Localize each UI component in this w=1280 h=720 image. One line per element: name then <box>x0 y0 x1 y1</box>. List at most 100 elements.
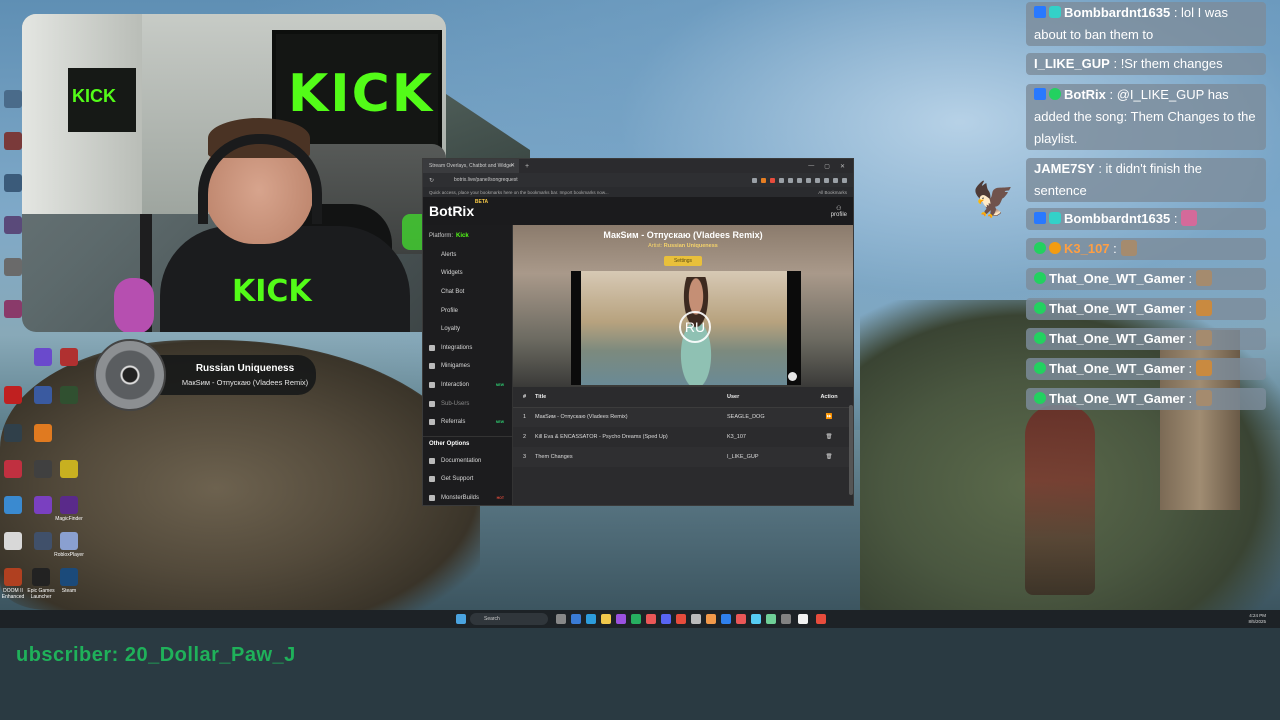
desktop-app-icon[interactable] <box>4 216 22 234</box>
desktop-app-icon[interactable] <box>60 348 78 366</box>
app-icon[interactable] <box>706 614 716 624</box>
desktop-app-icon[interactable] <box>34 532 52 550</box>
app-icon[interactable] <box>646 614 656 624</box>
sidebar-item-get-support[interactable]: Get Support <box>423 470 512 489</box>
queue-scrollbar[interactable] <box>849 405 853 495</box>
app-icon[interactable] <box>616 614 626 624</box>
new-tab-icon[interactable]: + <box>525 163 529 170</box>
desktop-app-icon[interactable] <box>60 496 78 514</box>
app-icon[interactable] <box>691 614 701 624</box>
edge-icon[interactable] <box>586 614 596 624</box>
close-window-icon[interactable]: ✕ <box>840 163 845 170</box>
widgets-icon[interactable] <box>571 614 581 624</box>
botrix-logo[interactable]: BotRix BETA <box>429 199 488 219</box>
sidebar-item-minigames[interactable]: Minigames <box>423 357 512 376</box>
desktop-app-icon[interactable] <box>4 300 22 318</box>
file-explorer-icon[interactable] <box>601 614 611 624</box>
bookmarks-hint[interactable]: Quick access, place your bookmarks here … <box>429 190 609 195</box>
extension-icon[interactable] <box>752 177 757 183</box>
sidebar-item-documentation[interactable]: Documentation <box>423 452 512 471</box>
desktop-app-icon[interactable] <box>34 496 52 514</box>
app-icon[interactable] <box>781 614 791 624</box>
sidebar-item-widgets[interactable]: Widgets <box>423 264 512 283</box>
extension-icon[interactable] <box>779 177 784 183</box>
extension-icon[interactable] <box>770 177 775 183</box>
chrome-icon[interactable] <box>798 614 808 624</box>
trash-icon[interactable]: 🗑 <box>805 447 853 467</box>
doom-icon[interactable] <box>4 568 22 586</box>
platform-indicator: Platform: Kick <box>423 227 512 246</box>
task-view-icon[interactable] <box>556 614 566 624</box>
desktop-app-icon[interactable] <box>4 424 22 442</box>
app-icon[interactable] <box>816 614 826 624</box>
sidebar-item-chat-bot[interactable]: Chat Bot <box>423 283 512 302</box>
all-bookmarks[interactable]: All Bookmarks <box>818 190 847 195</box>
sidebar-item-interaction[interactable]: Interaction NEW <box>423 376 512 395</box>
desktop-app-icon[interactable] <box>4 532 22 550</box>
epic-games-icon[interactable] <box>32 568 50 586</box>
sidebar-item-loyalty[interactable]: Loyalty <box>423 320 512 339</box>
microphone-icon <box>114 278 154 332</box>
app-icon[interactable] <box>676 614 686 624</box>
trash-icon[interactable]: 🗑 <box>805 427 853 447</box>
alerts-icon <box>429 252 435 258</box>
desktop-app-icon[interactable] <box>60 532 78 550</box>
desktop-app-icon[interactable] <box>4 132 22 150</box>
menu-icon[interactable] <box>842 177 847 183</box>
extension-icon[interactable] <box>761 177 766 183</box>
sidebar-item-referrals[interactable]: Referrals NEW <box>423 413 512 432</box>
sidebar-item-integrations[interactable]: Integrations <box>423 339 512 358</box>
desktop-app-icon[interactable] <box>4 90 22 108</box>
desktop-icon-label: Steam <box>61 588 77 594</box>
sidebar-item-alerts[interactable]: Alerts <box>423 246 512 265</box>
desktop-app-icon[interactable] <box>4 496 22 514</box>
start-icon[interactable] <box>456 614 466 624</box>
desktop-app-icon[interactable] <box>34 386 52 404</box>
video-control-icon[interactable] <box>788 372 797 381</box>
desktop-app-icon[interactable] <box>4 386 22 404</box>
skip-icon[interactable]: ⏩ <box>805 407 853 427</box>
extension-icon[interactable] <box>815 177 820 183</box>
desktop-app-icon[interactable] <box>34 348 52 366</box>
app-icon[interactable] <box>721 614 731 624</box>
app-icon[interactable] <box>736 614 746 624</box>
maximize-icon[interactable]: ▢ <box>824 163 830 170</box>
desktop-app-icon[interactable] <box>4 460 22 478</box>
webcam-feed: KICK KICK KICK <box>22 14 446 332</box>
desktop-app-icon[interactable] <box>4 174 22 192</box>
extension-icon[interactable] <box>797 177 802 183</box>
app-icon[interactable] <box>766 614 776 624</box>
browser-tab[interactable]: Stream Overlays, Chatbot and Widge ✕ <box>423 159 519 173</box>
close-tab-icon[interactable]: ✕ <box>510 162 515 169</box>
minimize-icon[interactable]: — <box>808 163 814 170</box>
emote-icon <box>1196 360 1213 376</box>
reload-icon[interactable]: ↻ <box>429 177 434 184</box>
steam-icon[interactable] <box>60 568 78 586</box>
subscriber-ticker: ubscriber: 20_Dollar_Paw_J <box>16 644 296 666</box>
desktop-app-icon[interactable] <box>4 258 22 276</box>
extension-icon[interactable] <box>806 177 811 183</box>
video-player[interactable]: RU <box>571 271 801 385</box>
settings-button[interactable]: Settings <box>663 256 703 266</box>
desktop-app-icon[interactable] <box>60 460 78 478</box>
desktop-app-icon[interactable] <box>34 424 52 442</box>
extension-icon[interactable] <box>824 177 829 183</box>
sidebar-item-profile[interactable]: Profile <box>423 301 512 320</box>
sidebar-item-sub-users[interactable]: Sub-Users <box>423 394 512 413</box>
address-bar[interactable]: botrix.live/panel/songrequest <box>454 177 518 183</box>
app-icon[interactable] <box>631 614 641 624</box>
sidebar-item-monsterbuilds[interactable]: MonsterBuilds HOT <box>423 489 512 508</box>
chat-message: That_One_WT_Gamer : <box>1026 328 1266 350</box>
desktop-app-icon[interactable] <box>60 386 78 404</box>
sidebar-item-label: Alerts <box>441 251 457 258</box>
chat-text: : <box>1184 271 1193 286</box>
system-tray[interactable]: 4:24 PM 8/5/2025 <box>1248 613 1266 625</box>
profile-button[interactable]: ⚇ profile <box>831 205 847 218</box>
badge-icon <box>1034 212 1046 224</box>
discord-icon[interactable] <box>661 614 671 624</box>
steam-icon[interactable] <box>751 614 761 624</box>
desktop-app-icon[interactable] <box>34 460 52 478</box>
extension-icon[interactable] <box>833 177 838 183</box>
extension-icon[interactable] <box>788 177 793 183</box>
taskbar-search[interactable]: Search <box>470 613 548 625</box>
